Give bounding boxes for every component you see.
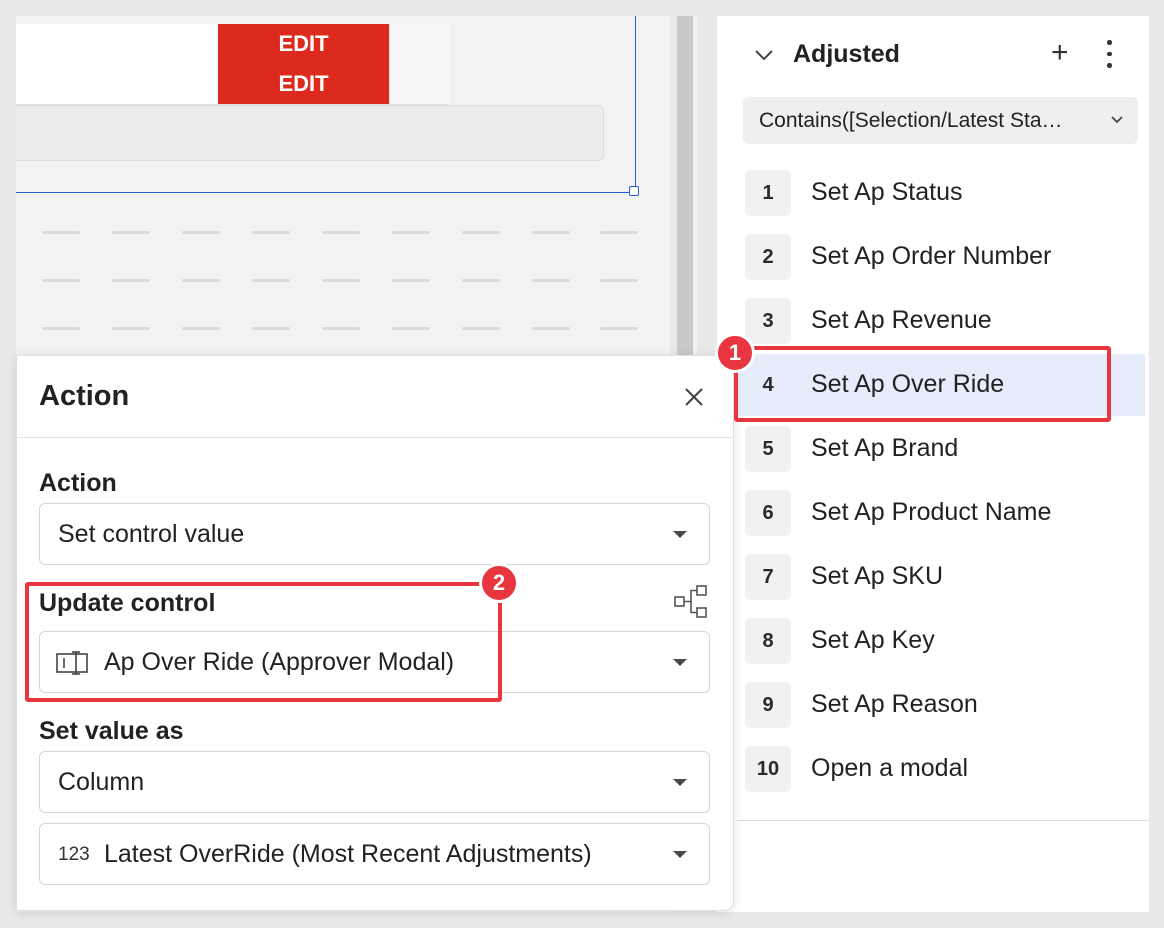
- condition-select[interactable]: Contains([Selection/Latest Sta…: [743, 97, 1138, 144]
- action-step[interactable]: 5 Set Ap Brand: [717, 418, 1145, 480]
- dropdown-caret-icon: [673, 779, 687, 786]
- kebab-icon[interactable]: [1107, 40, 1113, 72]
- modal-title: Action: [39, 380, 130, 412]
- set-value-as-label: Set value as: [39, 717, 184, 745]
- action-step[interactable]: 8 Set Ap Key: [717, 610, 1145, 672]
- column-select[interactable]: 123 Latest OverRide (Most Recent Adjustm…: [39, 823, 710, 885]
- step-number: 1: [745, 170, 791, 216]
- action-step[interactable]: 10 Open a modal: [717, 738, 1145, 800]
- column-value: Latest OverRide (Most Recent Adjustments…: [104, 840, 592, 868]
- action-type-value: Set control value: [58, 520, 245, 548]
- selection-border: [16, 192, 636, 193]
- dropdown-caret-icon: [673, 659, 687, 666]
- action-step[interactable]: 6 Set Ap Product Name: [717, 482, 1145, 544]
- plus-icon[interactable]: +: [1051, 38, 1069, 68]
- action-step[interactable]: 2 Set Ap Order Number: [717, 226, 1145, 288]
- step-label: Set Ap Status: [811, 178, 963, 206]
- sequence-header: Adjusted +: [717, 16, 1149, 96]
- action-step[interactable]: 9 Set Ap Reason: [717, 674, 1145, 736]
- annotation-badge-2: 2: [479, 563, 519, 603]
- edit-button[interactable]: EDIT: [218, 24, 389, 64]
- dropdown-caret-icon: [673, 851, 687, 858]
- action-step[interactable]: 1 Set Ap Status: [717, 162, 1145, 224]
- condition-text: Contains([Selection/Latest Sta…: [759, 108, 1063, 132]
- step-label: Set Ap Product Name: [811, 498, 1052, 526]
- step-number: 5: [745, 426, 791, 472]
- container-element[interactable]: [16, 105, 604, 161]
- highlight-box-update-control: [25, 582, 502, 702]
- set-value-as-select[interactable]: Column: [39, 751, 710, 813]
- resize-handle[interactable]: [629, 186, 639, 196]
- edit-button[interactable]: EDIT: [218, 64, 389, 104]
- step-label: Set Ap Revenue: [811, 306, 992, 334]
- highlight-box-step-4: [734, 346, 1111, 422]
- step-number: 3: [745, 298, 791, 344]
- chevron-down-icon: [1111, 116, 1123, 124]
- step-label: Set Ap Key: [811, 626, 935, 654]
- table-cell: [389, 24, 449, 64]
- divider: [737, 820, 1149, 821]
- step-label: Set Ap SKU: [811, 562, 944, 590]
- action-field-label: Action: [39, 469, 117, 497]
- actions-panel: Adjusted + Contains([Selection/Latest St…: [716, 16, 1149, 912]
- close-icon[interactable]: [683, 386, 705, 408]
- selection-border: [635, 16, 636, 192]
- step-label: Set Ap Order Number: [811, 242, 1052, 270]
- action-step[interactable]: 3 Set Ap Revenue: [717, 290, 1145, 352]
- action-step[interactable]: 7 Set Ap SKU: [717, 546, 1145, 608]
- chevron-down-icon[interactable]: [753, 44, 775, 66]
- step-number: 9: [745, 682, 791, 728]
- divider: [17, 437, 733, 438]
- hierarchy-icon[interactable]: [673, 584, 709, 620]
- table-row: EDIT: [16, 64, 449, 105]
- step-label: Set Ap Reason: [811, 690, 978, 718]
- step-number: 6: [745, 490, 791, 536]
- step-number: 7: [745, 554, 791, 600]
- canvas-scrollbar[interactable]: [677, 16, 697, 356]
- sequence-title: Adjusted: [793, 40, 900, 68]
- step-label: Open a modal: [811, 754, 969, 782]
- annotation-badge-1: 1: [715, 333, 755, 373]
- step-number: 10: [745, 746, 791, 792]
- number-type-icon: 123: [58, 844, 90, 865]
- action-type-select[interactable]: Set control value: [39, 503, 710, 565]
- dropdown-caret-icon: [673, 531, 687, 538]
- step-number: 8: [745, 618, 791, 664]
- table-cell: [389, 64, 449, 104]
- table-row: EDIT: [16, 24, 449, 65]
- step-label: Set Ap Brand: [811, 434, 959, 462]
- step-number: 2: [745, 234, 791, 280]
- set-value-as-value: Column: [58, 768, 145, 796]
